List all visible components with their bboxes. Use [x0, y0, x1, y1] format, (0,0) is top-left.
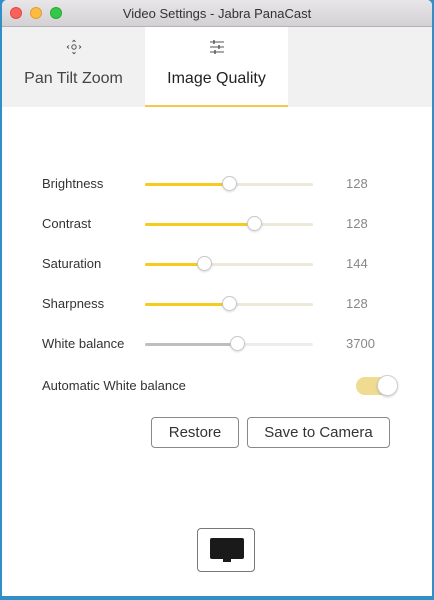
window-title: Video Settings - Jabra PanaCast: [122, 6, 312, 21]
auto-white-balance-toggle[interactable]: [356, 375, 398, 396]
saturation-label: Saturation: [42, 256, 102, 271]
contrast-label: Contrast: [42, 216, 92, 231]
white-balance-slider[interactable]: [145, 336, 313, 351]
saturation-value: 144: [346, 256, 368, 271]
toggle-knob: [377, 375, 398, 396]
white-balance-slider-knob[interactable]: [230, 336, 246, 351]
saturation-slider[interactable]: [145, 256, 313, 271]
title-bar: Video Settings - Jabra PanaCast: [2, 0, 432, 27]
restore-button[interactable]: Restore: [151, 417, 239, 448]
white-balance-slider-fill: [145, 343, 238, 346]
tab-bar: Pan Tilt Zoom Image Quality: [2, 27, 432, 107]
brightness-slider[interactable]: [145, 176, 313, 191]
settings-window: Video Settings - Jabra PanaCast Pan Tilt…: [2, 0, 432, 596]
save-to-camera-button[interactable]: Save to Camera: [247, 417, 390, 448]
brightness-slider-fill: [145, 183, 229, 186]
tab-image-quality[interactable]: Image Quality: [145, 27, 288, 107]
auto-white-balance-label: Automatic White balance: [42, 378, 186, 393]
sharpness-slider-knob[interactable]: [222, 296, 237, 311]
tab-pan-tilt-zoom-label: Pan Tilt Zoom: [24, 70, 123, 87]
tab-pan-tilt-zoom[interactable]: Pan Tilt Zoom: [2, 27, 145, 107]
sliders-icon: [145, 39, 288, 55]
saturation-slider-knob[interactable]: [196, 256, 212, 271]
contrast-value: 128: [346, 216, 368, 231]
contrast-slider[interactable]: [145, 216, 313, 231]
saturation-slider-fill: [145, 263, 204, 266]
white-balance-label: White balance: [42, 336, 125, 351]
monitor-icon: [210, 538, 244, 562]
pan-tilt-zoom-icon: [2, 39, 145, 55]
contrast-slider-knob[interactable]: [247, 216, 263, 231]
white-balance-value: 3700: [346, 336, 375, 351]
brightness-slider-knob[interactable]: [222, 176, 237, 191]
display-button[interactable]: [197, 528, 255, 572]
brightness-value: 128: [346, 176, 368, 191]
tab-image-quality-label: Image Quality: [167, 70, 266, 87]
brightness-label: Brightness: [42, 176, 104, 191]
contrast-slider-fill: [145, 223, 255, 226]
sharpness-slider-fill: [145, 303, 229, 306]
sharpness-value: 128: [346, 296, 368, 311]
sharpness-label: Sharpness: [42, 296, 105, 311]
sharpness-slider[interactable]: [145, 296, 313, 311]
